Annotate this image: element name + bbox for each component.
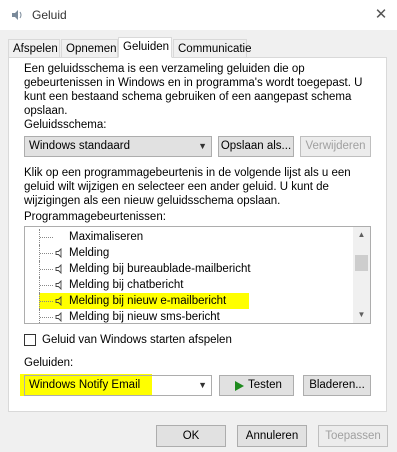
sounds-label: Geluiden:	[24, 357, 74, 369]
speaker-icon	[55, 248, 62, 258]
events-label: Programmagebeurtenissen:	[24, 211, 166, 223]
chevron-down-icon: ▼	[198, 380, 207, 390]
events-scrollbar[interactable]: ▲ ▼	[353, 227, 370, 323]
speaker-icon	[55, 280, 62, 290]
window-title: Geluid	[32, 8, 67, 22]
list-item[interactable]: Melding	[25, 245, 351, 261]
list-item-selected[interactable]: Melding bij nieuw e-mailbericht	[39, 293, 249, 309]
tab-afspelen[interactable]: Afspelen	[8, 39, 60, 57]
test-button-label: Testen	[248, 379, 282, 391]
startup-sound-checkbox[interactable]	[24, 334, 36, 346]
tab-geluiden[interactable]: Geluiden	[118, 37, 172, 58]
sound-select[interactable]: Windows Notify Email ▼	[24, 375, 212, 396]
play-icon	[235, 381, 244, 391]
intro-text-4: opslaan.	[24, 105, 68, 117]
list-item-label: Melding bij nieuw e-mailbericht	[69, 295, 227, 307]
instructions-text-1: Klik op een programmagebeurtenis in de v…	[24, 167, 351, 179]
ok-button[interactable]: OK	[156, 425, 226, 447]
startup-sound-label: Geluid van Windows starten afspelen	[42, 334, 232, 346]
test-button[interactable]: Testen	[219, 375, 294, 396]
speaker-icon	[55, 264, 62, 274]
intro-text-2: gebeurtenissen in Windows en in programm…	[24, 77, 363, 89]
delete-button[interactable]: Verwijderen	[300, 136, 371, 157]
instructions-text-2: geluid wilt wijzigen en selecteer een an…	[24, 181, 329, 193]
list-item-label: Melding	[69, 247, 110, 259]
events-list[interactable]: Maximaliseren Melding Melding bij bureau…	[24, 226, 371, 324]
scheme-select[interactable]: Windows standaard ▼	[24, 136, 212, 157]
speaker-icon	[55, 296, 62, 306]
close-icon[interactable]: ✕	[372, 6, 390, 24]
list-item-label: Melding bij nieuw sms-bericht	[69, 311, 220, 323]
speaker-app-icon	[12, 10, 22, 20]
list-item-label: Melding bij bureaublade-mailbericht	[69, 263, 251, 275]
tab-communicatie[interactable]: Communicatie	[173, 39, 252, 57]
scheme-select-value: Windows standaard	[29, 140, 130, 152]
sound-select-value: Windows Notify Email	[29, 379, 141, 391]
scroll-thumb[interactable]	[355, 255, 368, 271]
list-item[interactable]: Melding bij nieuw sms-bericht	[25, 309, 351, 323]
tab-opnemen[interactable]: Opnemen	[61, 39, 118, 57]
browse-button[interactable]: Bladeren...	[303, 375, 371, 396]
list-item-label: Melding bij chatbericht	[69, 279, 184, 291]
scheme-label: Geluidsschema:	[24, 119, 107, 131]
chevron-down-icon: ▼	[198, 141, 207, 151]
scroll-up-icon[interactable]: ▲	[353, 227, 370, 243]
scroll-down-icon[interactable]: ▼	[353, 307, 370, 323]
intro-text-3: kunt een bestaand schema gebruiken of ee…	[24, 91, 352, 103]
speaker-icon	[55, 312, 62, 322]
list-item[interactable]: Maximaliseren	[25, 229, 351, 245]
apply-button[interactable]: Toepassen	[318, 425, 388, 447]
save-as-button[interactable]: Opslaan als...	[218, 136, 294, 157]
list-item-label: Maximaliseren	[69, 231, 144, 243]
list-item[interactable]: Melding bij bureaublade-mailbericht	[25, 261, 351, 277]
list-item[interactable]: Melding bij chatbericht	[25, 277, 351, 293]
intro-text-1: Een geluidsschema is een verzameling gel…	[24, 63, 305, 75]
cancel-button[interactable]: Annuleren	[237, 425, 307, 447]
instructions-text-3: wijzigingen als een nieuw geluidsschema …	[24, 195, 281, 207]
